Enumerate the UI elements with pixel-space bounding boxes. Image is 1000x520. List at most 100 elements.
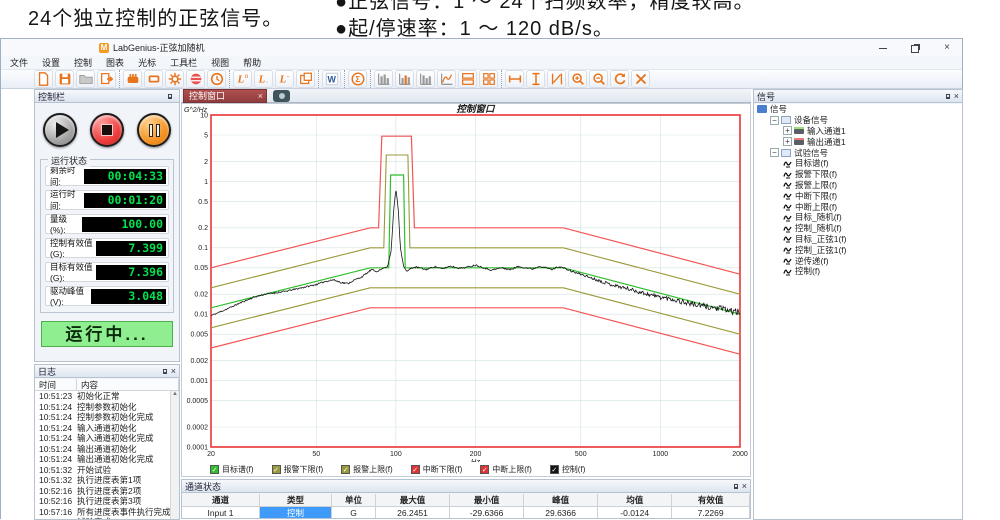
- slope-cursor-button[interactable]: [547, 70, 566, 88]
- channel-col-均值[interactable]: 均值: [598, 494, 672, 507]
- menu-item-8[interactable]: 帮助: [236, 56, 268, 69]
- close-button[interactable]: ×: [942, 43, 952, 53]
- restore-button[interactable]: [910, 43, 920, 53]
- expand-icon[interactable]: +: [783, 137, 792, 146]
- sweep-level-2-button[interactable]: L-: [275, 70, 294, 88]
- log-row[interactable]: 10:52:16 执行进度表第2项: [35, 486, 179, 497]
- word-report-button[interactable]: W: [322, 70, 341, 88]
- control-window-chart[interactable]: 105210.50.20.10.050.020.010.0050.0020.00…: [182, 104, 750, 462]
- v-axis-scale-button[interactable]: [526, 70, 545, 88]
- collapse-icon[interactable]: −: [770, 148, 779, 157]
- log-row[interactable]: 10:52:16 执行进度表第3项: [35, 496, 179, 507]
- chart-bars-1-button[interactable]: [374, 70, 393, 88]
- menu-item-5[interactable]: 光标: [131, 56, 163, 69]
- open-folder-button[interactable]: [76, 70, 95, 88]
- pin-icon[interactable]: [734, 484, 738, 489]
- tree-item-目标谱(f)[interactable]: 目标谱(f): [754, 158, 962, 169]
- menu-item-4[interactable]: 图表: [99, 56, 131, 69]
- log-row[interactable]: 10:51:32 执行进度表第1项: [35, 475, 179, 486]
- channel-col-最大值[interactable]: 最大值: [376, 494, 450, 507]
- log-row[interactable]: 10:51:32 开始试验: [35, 465, 179, 476]
- tree-item-控制_随机(f)[interactable]: 控制_随机(f): [754, 223, 962, 234]
- settings-gear-button[interactable]: [165, 70, 184, 88]
- tree-item-输出通道1[interactable]: +输出通道1: [754, 136, 962, 147]
- legend-checkbox[interactable]: ✓: [480, 465, 489, 474]
- channel-col-类型[interactable]: 类型: [260, 494, 332, 507]
- legend-item-报警下限(f)[interactable]: ✓ 报警下限(f): [272, 464, 324, 475]
- channel-col-有效值[interactable]: 有效值: [672, 494, 750, 507]
- sweep-level-0-button[interactable]: Lo: [233, 70, 252, 88]
- tree-item-信号[interactable]: 信号: [754, 104, 962, 115]
- save-button[interactable]: [55, 70, 74, 88]
- new-file-button[interactable]: [34, 70, 53, 88]
- log-row[interactable]: 10:51:24 输出通道初始化完成: [35, 454, 179, 465]
- log-row[interactable]: 10:57:16 所有进度表事件执行完成: [35, 507, 179, 518]
- sum-sigma-button[interactable]: Σ: [348, 70, 367, 88]
- legend-checkbox[interactable]: ✓: [411, 465, 420, 474]
- menu-item-3[interactable]: 控制: [67, 56, 99, 69]
- collapse-icon[interactable]: −: [770, 116, 779, 125]
- log-scrollbar[interactable]: ▲: [170, 391, 179, 519]
- log-row[interactable]: 10:51:24 输入通道初始化完成: [35, 433, 179, 444]
- pause-button[interactable]: [137, 113, 171, 147]
- channel-row[interactable]: Input 1控制G26.2451-29.636629.6366-0.01247…: [182, 507, 750, 519]
- pin-icon[interactable]: [168, 94, 172, 99]
- minimize-button[interactable]: [878, 43, 888, 53]
- timer-clock-button[interactable]: [207, 70, 226, 88]
- log-row[interactable]: 10:51:24 输入通道初始化: [35, 423, 179, 434]
- legend-checkbox[interactable]: ✓: [341, 465, 350, 474]
- tree-item-目标_正弦1(f)[interactable]: 目标_正弦1(f): [754, 234, 962, 245]
- legend-item-报警上限(f)[interactable]: ✓ 报警上限(f): [341, 464, 393, 475]
- log-row[interactable]: 10:51:23 初始化正常: [35, 391, 179, 402]
- copy-window-button[interactable]: [296, 70, 315, 88]
- menu-item-6[interactable]: 工具栏: [163, 56, 204, 69]
- tree-item-控制_正弦1(f)[interactable]: 控制_正弦1(f): [754, 244, 962, 255]
- export-file-button[interactable]: [97, 70, 116, 88]
- schedule-disc-button[interactable]: [186, 70, 205, 88]
- log-col-time[interactable]: 时间: [35, 379, 77, 390]
- log-row[interactable]: 10:51:24 控制参数初始化完成: [35, 412, 179, 423]
- start-button[interactable]: [43, 113, 77, 147]
- legend-item-中断上限(f)[interactable]: ✓ 中断上限(f): [480, 464, 532, 475]
- log-row[interactable]: 10:51:24 控制参数初始化: [35, 402, 179, 413]
- tree-item-逆传递(f)[interactable]: 逆传递(f): [754, 255, 962, 266]
- tree-item-报警下限(f)[interactable]: 报警下限(f): [754, 169, 962, 180]
- tab-close-icon[interactable]: ×: [258, 90, 266, 102]
- sweep-level-1-button[interactable]: L.: [254, 70, 273, 88]
- legend-checkbox[interactable]: ✓: [272, 465, 281, 474]
- stop-button[interactable]: [90, 113, 124, 147]
- legend-item-控制(f)[interactable]: ✓ 控制(f): [550, 464, 586, 475]
- layout-tile-button[interactable]: [458, 70, 477, 88]
- output-channels-button[interactable]: [144, 70, 163, 88]
- tree-item-中断下限(f)[interactable]: 中断下限(f): [754, 190, 962, 201]
- tree-item-控制(f)[interactable]: 控制(f): [754, 266, 962, 277]
- tab-control-window[interactable]: 控制窗口 ×: [183, 89, 267, 103]
- close-icon[interactable]: ×: [742, 482, 747, 491]
- zoom-out-button[interactable]: [589, 70, 608, 88]
- close-icon[interactable]: ×: [954, 92, 959, 101]
- reset-view-button[interactable]: [631, 70, 650, 88]
- close-icon[interactable]: ×: [171, 367, 176, 376]
- refresh-view-button[interactable]: [610, 70, 629, 88]
- h-axis-scale-button[interactable]: [505, 70, 524, 88]
- channel-col-峰值[interactable]: 峰值: [524, 494, 598, 507]
- log-col-content[interactable]: 内容: [77, 379, 179, 390]
- legend-checkbox[interactable]: ✓: [550, 465, 559, 474]
- legend-checkbox[interactable]: ✓: [210, 465, 219, 474]
- tree-item-设备信号[interactable]: −设备信号: [754, 115, 962, 126]
- legend-item-目标谱(f)[interactable]: ✓ 目标谱(f): [210, 464, 254, 475]
- tree-item-输入通道1[interactable]: +输入通道1: [754, 126, 962, 137]
- menu-item-1[interactable]: 文件: [3, 56, 35, 69]
- input-channels-button[interactable]: [123, 70, 142, 88]
- chart-bars-3-button[interactable]: [416, 70, 435, 88]
- legend-item-中断下限(f)[interactable]: ✓ 中断下限(f): [411, 464, 463, 475]
- chart-bars-2-button[interactable]: [395, 70, 414, 88]
- chart-curve-button[interactable]: [437, 70, 456, 88]
- expand-icon[interactable]: +: [783, 126, 792, 135]
- layout-grid-button[interactable]: [479, 70, 498, 88]
- tree-item-报警上限(f)[interactable]: 报警上限(f): [754, 180, 962, 191]
- log-row[interactable]: 10:51:24 输出通道初始化: [35, 444, 179, 455]
- tree-item-目标_随机(f)[interactable]: 目标_随机(f): [754, 212, 962, 223]
- pin-icon[interactable]: [946, 94, 950, 99]
- tree-item-试验信号[interactable]: −试验信号: [754, 147, 962, 158]
